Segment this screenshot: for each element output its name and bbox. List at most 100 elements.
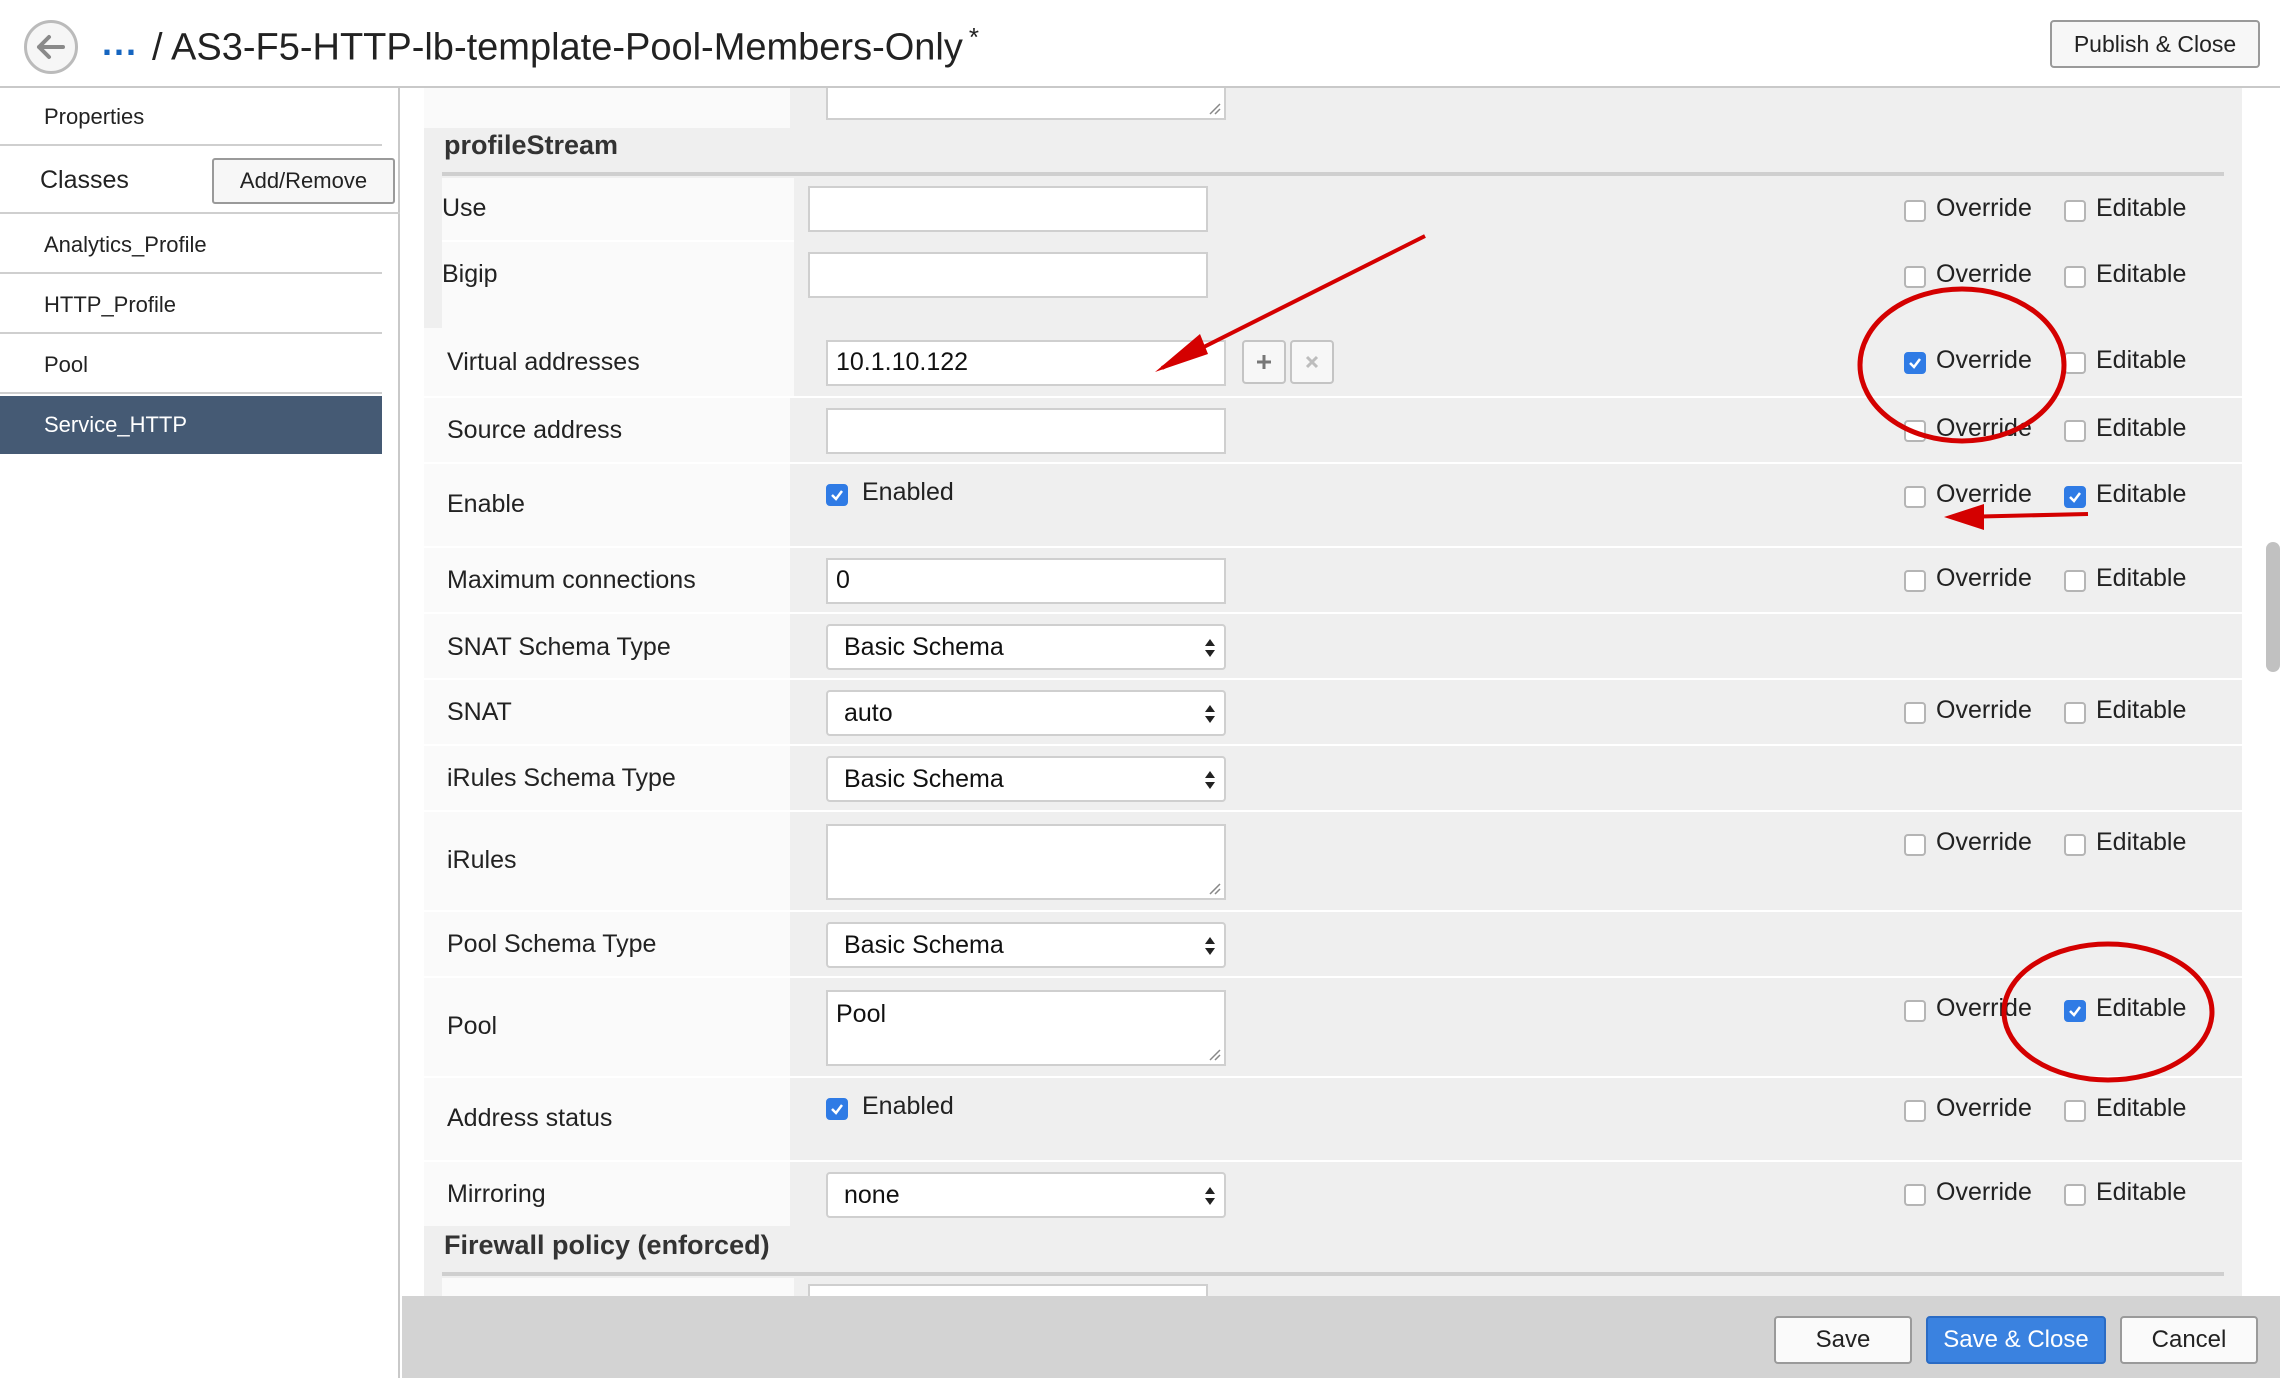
field-label-maximum-connections: Maximum connections [447,566,696,594]
row-divider [424,612,2242,614]
row-divider [424,678,2242,680]
row-divider [424,1076,2242,1078]
editable-checkbox-mirroring[interactable] [2064,1184,2086,1206]
irules-textarea[interactable] [826,824,1226,900]
mirroring-select[interactable]: none [826,1172,1226,1218]
snat-schema-type-value: Basic Schema [844,633,1004,661]
row-divider [424,1160,2242,1162]
sidebar-item-pool[interactable]: Pool [0,336,382,394]
editable-checkbox-address-status[interactable] [2064,1100,2086,1122]
source-address-input[interactable] [826,408,1226,454]
sidebar-item-properties[interactable]: Properties [0,88,382,146]
label-cell [424,88,790,128]
editable-label: Editable [2096,564,2187,592]
override-label: Override [1936,260,2032,288]
override-checkbox-use[interactable] [1904,200,1926,222]
override-checkbox-address-status[interactable] [1904,1100,1926,1122]
section-divider [442,172,2224,176]
address-status-checkbox-label: Enabled [862,1092,954,1120]
editable-checkbox-irules[interactable] [2064,834,2086,856]
updown-arrows-icon [1205,705,1215,723]
editable-checkbox-use[interactable] [2064,200,2086,222]
labels-column [424,328,790,1298]
row-divider [424,396,2242,398]
enable-checkbox[interactable] [826,484,848,506]
use-input[interactable] [808,186,1208,232]
editable-checkbox-source-address[interactable] [2064,420,2086,442]
override-checkbox-irules[interactable] [1904,834,1926,856]
field-label-irules-schema-type: iRules Schema Type [447,764,676,792]
x-icon [1305,355,1319,369]
publish-close-button[interactable]: Publish & Close [2050,20,2260,68]
override-label: Override [1936,1094,2032,1122]
back-button[interactable] [24,20,78,74]
editable-checkbox-bigip[interactable] [2064,266,2086,288]
field-label-enable: Enable [447,490,525,518]
pool-schema-type-value: Basic Schema [844,931,1004,959]
virtual-addresses-input[interactable]: 10.1.10.122 [826,340,1226,386]
scrollbar-thumb[interactable] [2266,542,2280,672]
section-divider [442,1272,2224,1276]
sidebar-item-http-profile[interactable]: HTTP_Profile [0,276,382,334]
editable-checkbox-maximum-connections[interactable] [2064,570,2086,592]
field-label-pool: Pool [447,1012,498,1040]
override-checkbox-maximum-connections[interactable] [1904,570,1926,592]
editable-label: Editable [2096,828,2187,856]
override-label: Override [1936,828,2032,856]
updown-arrows-icon [1205,639,1215,657]
pool-textarea[interactable]: Pool [826,990,1226,1066]
remove-address-button[interactable] [1290,340,1334,384]
add-remove-button[interactable]: Add/Remove [212,158,395,204]
override-checkbox-pool[interactable] [1904,1000,1926,1022]
editable-checkbox-enable[interactable] [2064,486,2086,508]
address-status-checkbox[interactable] [826,1098,848,1120]
header-bar: ... / AS3-F5-HTTP-lb-template-Pool-Membe… [0,0,2280,88]
row-divider [424,810,2242,812]
partial-textarea[interactable] [826,88,1226,120]
editable-checkbox-snat[interactable] [2064,702,2086,724]
maximum-connections-input[interactable]: 0 [826,558,1226,604]
breadcrumb-ellipsis-link[interactable]: ... [102,22,138,64]
field-label-use: Use [442,194,487,222]
override-label: Override [1936,346,2032,374]
footer-bar: Save Save & Close Cancel [402,1296,2280,1378]
override-checkbox-source-address[interactable] [1904,420,1926,442]
sidebar-item-analytics-profile[interactable]: Analytics_Profile [0,216,382,274]
override-checkbox-virtual-addresses[interactable] [1904,352,1926,374]
page-title-text: / AS3-F5-HTTP-lb-template-Pool-Members-O… [152,26,963,69]
snat-schema-type-select[interactable]: Basic Schema [826,624,1226,670]
checkmark-icon [831,1104,843,1115]
editable-checkbox-virtual-addresses[interactable] [2064,352,2086,374]
cancel-button[interactable]: Cancel [2120,1316,2258,1364]
editable-checkbox-pool[interactable] [2064,1000,2086,1022]
override-checkbox-snat[interactable] [1904,702,1926,724]
add-address-button[interactable] [1242,340,1286,384]
label-cell [442,1278,794,1298]
irules-schema-type-select[interactable]: Basic Schema [826,756,1226,802]
checkmark-icon [2069,492,2081,503]
updown-arrows-icon [1205,771,1215,789]
field-label-irules: iRules [447,846,517,874]
mirroring-value: none [844,1181,900,1209]
save-button[interactable]: Save [1774,1316,1912,1364]
snat-select[interactable]: auto [826,690,1226,736]
checkmark-icon [831,490,843,501]
override-checkbox-mirroring[interactable] [1904,1184,1926,1206]
field-label-virtual-addresses: Virtual addresses [447,348,640,376]
checkmark-icon [1909,358,1921,369]
row-divider [424,910,2242,912]
editable-label: Editable [2096,414,2187,442]
editable-label: Editable [2096,696,2187,724]
sidebar-item-service-http[interactable]: Service_HTTP [0,396,382,454]
pool-schema-type-select[interactable]: Basic Schema [826,922,1226,968]
snat-value: auto [844,699,893,727]
override-checkbox-enable[interactable] [1904,486,1926,508]
form-area: profileStream Use Bigip Override Editabl… [402,88,2280,1298]
bigip-input[interactable] [808,252,1208,298]
override-label: Override [1936,194,2032,222]
override-checkbox-bigip[interactable] [1904,266,1926,288]
updown-arrows-icon [1205,1187,1215,1205]
editable-label: Editable [2096,994,2187,1022]
editable-label: Editable [2096,260,2187,288]
save-close-button[interactable]: Save & Close [1926,1316,2106,1364]
